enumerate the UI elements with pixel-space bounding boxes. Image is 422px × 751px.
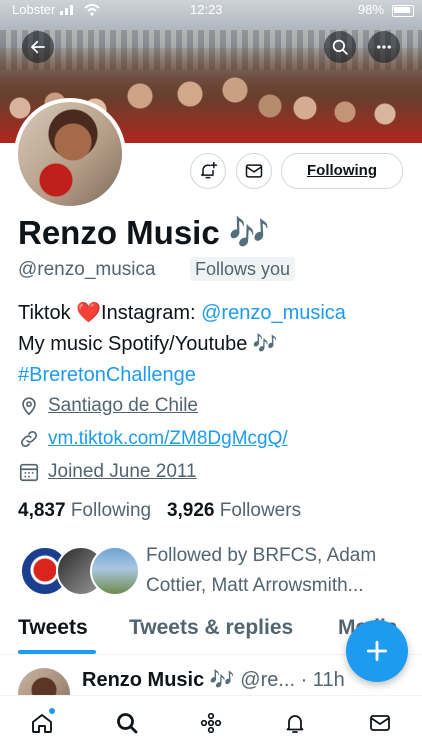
envelope-icon: [245, 164, 263, 178]
follows-you-badge: Follows you: [190, 257, 296, 281]
carrier-name: Lobster: [12, 2, 56, 17]
wifi-icon: [84, 4, 100, 16]
status-time: 12:23: [190, 2, 223, 17]
spaces-icon: [200, 712, 222, 734]
following-stat[interactable]: 4,837 Following: [18, 500, 151, 521]
bell-icon: [286, 715, 304, 733]
bio-text: Tiktok ❤️Instagram:: [18, 302, 202, 324]
followers-stat[interactable]: 3,926 Followers: [167, 500, 301, 521]
more-button[interactable]: [368, 31, 400, 63]
status-bar: Lobster 12:23 98%: [0, 0, 422, 22]
calendar-icon: [19, 463, 39, 482]
search-button[interactable]: [324, 31, 356, 63]
new-content-dot: [49, 708, 55, 714]
bio-line-2: My music Spotify/Youtube 🎶: [18, 333, 278, 355]
profile-avatar[interactable]: [14, 98, 126, 210]
joined-text: Joined June 2011: [48, 461, 197, 482]
tweet-author-name[interactable]: Renzo Music 🎶: [82, 669, 235, 691]
profile-website: vm.tiktok.com/ZM8DgMcgQ/: [18, 428, 288, 450]
followers-label: Followers: [219, 500, 302, 521]
tab-tweets[interactable]: Tweets: [18, 616, 88, 640]
bio-instagram-link[interactable]: @renzo_musica: [201, 302, 346, 324]
follower-avatar: [90, 546, 140, 596]
envelope-icon: [370, 715, 390, 731]
arrow-left-icon: [31, 40, 45, 54]
profile-joined: Joined June 2011: [18, 461, 197, 483]
signal-icon: [60, 3, 78, 18]
followers-count: 3,926: [166, 500, 215, 521]
link-icon: [20, 430, 38, 448]
message-button[interactable]: [236, 153, 272, 189]
search-icon: [117, 713, 138, 734]
notifications-button[interactable]: [190, 153, 226, 189]
battery-percent: 98%: [358, 2, 385, 17]
profile-location: Santiago de Chile: [18, 395, 198, 417]
back-button[interactable]: [22, 31, 54, 63]
bottom-navigation: [0, 695, 422, 751]
followed-by-text[interactable]: Followed by BRFCS, Adam Cottier, Matt Ar…: [146, 541, 411, 601]
follow-stats: 4,837 Following 3,926 Followers: [18, 500, 301, 522]
bio-hashtag-link[interactable]: #BreretonChallenge: [18, 360, 413, 391]
home-icon: [32, 714, 52, 733]
nav-spaces[interactable]: [198, 710, 224, 736]
nav-home[interactable]: [29, 708, 55, 736]
bio-line-1: Tiktok ❤️Instagram: @renzo_musica: [18, 298, 413, 329]
compose-tweet-button[interactable]: [346, 620, 408, 682]
battery-icon: [392, 5, 414, 17]
website-link[interactable]: vm.tiktok.com/ZM8DgMcgQ/: [48, 428, 288, 450]
location-text[interactable]: Santiago de Chile: [48, 395, 198, 417]
tweet-time: · 11h: [300, 669, 345, 691]
tab-tweets-replies[interactable]: Tweets & replies: [129, 616, 293, 640]
more-dots-icon: [377, 45, 391, 49]
tweet-header: Renzo Music 🎶 @re... · 11h: [82, 667, 345, 692]
bell-plus-icon: [201, 161, 218, 179]
tweet-author-handle: @re...: [240, 669, 296, 691]
search-icon: [332, 39, 348, 55]
plus-icon: [366, 640, 388, 662]
location-pin-icon: [22, 397, 36, 416]
profile-handle: @renzo_musica: [18, 259, 156, 280]
followed-by-avatars[interactable]: [20, 546, 140, 596]
nav-messages[interactable]: [367, 710, 393, 736]
nav-search[interactable]: [114, 710, 140, 736]
profile-bio: Tiktok ❤️Instagram: @renzo_musica My mus…: [18, 298, 413, 391]
profile-name: Renzo Music 🎶: [18, 214, 270, 251]
following-count: 4,837: [18, 500, 66, 521]
following-button[interactable]: Following: [281, 153, 403, 189]
nav-notifications[interactable]: [282, 710, 308, 736]
active-tab-indicator: [18, 650, 96, 654]
following-label: Following: [70, 500, 152, 521]
